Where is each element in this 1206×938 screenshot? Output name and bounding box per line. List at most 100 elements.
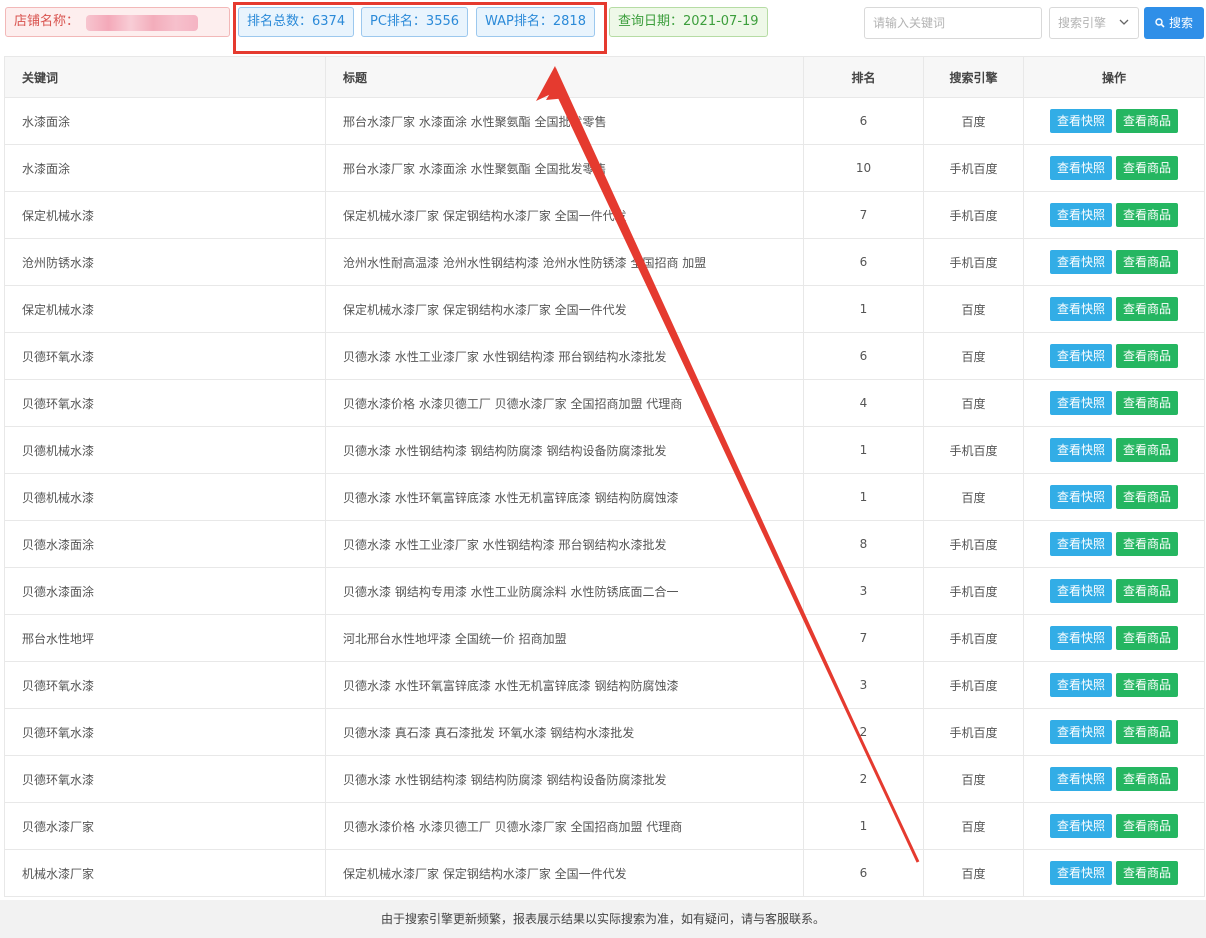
view-goods-button[interactable]: 查看商品 [1116,720,1179,744]
cell-actions: 查看快照 查看商品 [1023,802,1205,850]
view-goods-button[interactable]: 查看商品 [1116,626,1179,650]
view-snapshot-button[interactable]: 查看快照 [1049,109,1112,133]
cell-engine: 手机百度 [923,614,1024,662]
view-goods-button[interactable]: 查看商品 [1116,391,1179,415]
cell-rank: 2 [803,755,924,803]
pc-rank-tag: PC排名：3556 [361,7,469,37]
view-goods-button[interactable]: 查看商品 [1116,297,1179,321]
view-goods-button[interactable]: 查看商品 [1116,438,1179,462]
pc-rank-value: 3556 [425,14,460,29]
search-engine-select[interactable]: 搜索引擎 [1049,7,1139,39]
view-goods-button[interactable]: 查看商品 [1116,344,1179,368]
table-row: 贝德环氧水漆 贝德水漆 真石漆 真石漆批发 环氧水漆 钢结构水漆批发 2 手机百度 查看… [4,708,1205,756]
view-snapshot-button[interactable]: 查看快照 [1049,391,1112,415]
cell-rank: 6 [803,97,924,145]
cell-title: 贝德水漆 水性环氧富锌底漆 水性无机富锌底漆 钢结构防腐蚀漆 [325,473,804,521]
pc-rank-label: PC排名： [370,14,426,29]
view-snapshot-button[interactable]: 查看快照 [1049,485,1112,509]
view-snapshot-button[interactable]: 查看快照 [1049,297,1112,321]
cell-keyword: 水漆面涂 [4,97,326,145]
query-date-value: 2021-07-19 [683,14,759,29]
view-snapshot-button[interactable]: 查看快照 [1049,344,1112,368]
cell-keyword: 贝德环氧水漆 [4,708,326,756]
view-goods-button[interactable]: 查看商品 [1116,109,1179,133]
cell-title: 邢台水漆厂家 水漆面涂 水性聚氨酯 全国批发零售 [325,97,804,145]
column-header-keyword[interactable]: 关键词 [4,56,326,98]
cell-rank: 1 [803,285,924,333]
cell-engine: 百度 [923,849,1024,897]
view-goods-button[interactable]: 查看商品 [1116,203,1179,227]
cell-title: 贝德水漆 水性钢结构漆 钢结构防腐漆 钢结构设备防腐漆批发 [325,426,804,474]
view-goods-button[interactable]: 查看商品 [1116,485,1179,509]
cell-actions: 查看快照 查看商品 [1023,144,1205,192]
total-rank-tag: 排名总数：6374 [238,7,355,37]
store-name-tag: 店铺名称： [5,7,230,37]
column-header-title[interactable]: 标题 [325,56,804,98]
cell-engine: 手机百度 [923,708,1024,756]
cell-keyword: 贝德环氧水漆 [4,379,326,427]
cell-title: 保定机械水漆厂家 保定钢结构水漆厂家 全国一件代发 [325,191,804,239]
cell-engine: 百度 [923,97,1024,145]
view-goods-button[interactable]: 查看商品 [1116,814,1179,838]
cell-rank: 6 [803,238,924,286]
view-snapshot-button[interactable]: 查看快照 [1049,767,1112,791]
cell-rank: 3 [803,661,924,709]
cell-title: 贝德水漆 真石漆 真石漆批发 环氧水漆 钢结构水漆批发 [325,708,804,756]
cell-keyword: 贝德机械水漆 [4,426,326,474]
table-row: 贝德环氧水漆 贝德水漆 水性工业漆厂家 水性钢结构漆 邢台钢结构水漆批发 6 百度 查看… [4,332,1205,380]
view-snapshot-button[interactable]: 查看快照 [1049,673,1112,697]
cell-engine: 手机百度 [923,144,1024,192]
cell-engine: 百度 [923,379,1024,427]
footer-notice: 由于搜索引擎更新频繁，报表展示结果以实际搜索为准，如有疑问，请与客服联系。 [0,900,1206,938]
view-snapshot-button[interactable]: 查看快照 [1049,532,1112,556]
ranking-table: 关键词 标题 排名 搜索引擎 操作 水漆面涂 邢台水漆厂家 水漆面涂 水性聚氨酯 … [4,56,1205,897]
view-snapshot-button[interactable]: 查看快照 [1049,814,1112,838]
cell-keyword: 贝德水漆面涂 [4,520,326,568]
view-goods-button[interactable]: 查看商品 [1116,673,1179,697]
wap-rank-label: WAP排名： [485,14,553,29]
search-button-label: 搜索 [1168,16,1193,30]
view-snapshot-button[interactable]: 查看快照 [1049,438,1112,462]
view-snapshot-button[interactable]: 查看快照 [1049,861,1112,885]
cell-keyword: 贝德水漆厂家 [4,802,326,850]
cell-title: 贝德水漆 水性工业漆厂家 水性钢结构漆 邢台钢结构水漆批发 [325,332,804,380]
column-header-engine[interactable]: 搜索引擎 [923,56,1024,98]
view-goods-button[interactable]: 查看商品 [1116,861,1179,885]
column-header-rank[interactable]: 排名 [803,56,924,98]
view-goods-button[interactable]: 查看商品 [1116,250,1179,274]
table-row: 贝德环氧水漆 贝德水漆价格 水漆贝德工厂 贝德水漆厂家 全国招商加盟 代理商 4 百度… [4,379,1205,427]
cell-title: 保定机械水漆厂家 保定钢结构水漆厂家 全国一件代发 [325,285,804,333]
cell-rank: 6 [803,332,924,380]
search-button[interactable]: 搜索 [1144,7,1204,39]
view-snapshot-button[interactable]: 查看快照 [1049,156,1112,180]
view-goods-button[interactable]: 查看商品 [1116,579,1179,603]
view-snapshot-button[interactable]: 查看快照 [1049,626,1112,650]
search-engine-placeholder: 搜索引擎 [1058,16,1107,30]
cell-keyword: 贝德环氧水漆 [4,661,326,709]
view-goods-button[interactable]: 查看商品 [1116,767,1179,791]
cell-engine: 手机百度 [923,238,1024,286]
table-row: 贝德水漆面涂 贝德水漆 水性工业漆厂家 水性钢结构漆 邢台钢结构水漆批发 8 手机百度… [4,520,1205,568]
cell-title: 河北邢台水性地坪漆 全国统一价 招商加盟 [325,614,804,662]
cell-actions: 查看快照 查看商品 [1023,191,1205,239]
table-body: 水漆面涂 邢台水漆厂家 水漆面涂 水性聚氨酯 全国批发零售 6 百度 查看快照 查看商品水… [4,97,1205,897]
cell-keyword: 贝德环氧水漆 [4,332,326,380]
cell-actions: 查看快照 查看商品 [1023,285,1205,333]
view-goods-button[interactable]: 查看商品 [1116,156,1179,180]
cell-title: 邢台水漆厂家 水漆面涂 水性聚氨酯 全国批发零售 [325,144,804,192]
view-snapshot-button[interactable]: 查看快照 [1049,579,1112,603]
cell-engine: 百度 [923,285,1024,333]
cell-engine: 手机百度 [923,426,1024,474]
table-row: 邢台水性地坪 河北邢台水性地坪漆 全国统一价 招商加盟 7 手机百度 查看快照 查看商品 [4,614,1205,662]
cell-rank: 1 [803,426,924,474]
view-goods-button[interactable]: 查看商品 [1116,532,1179,556]
cell-keyword: 贝德机械水漆 [4,473,326,521]
view-snapshot-button[interactable]: 查看快照 [1049,203,1112,227]
cell-actions: 查看快照 查看商品 [1023,661,1205,709]
table-row: 保定机械水漆 保定机械水漆厂家 保定钢结构水漆厂家 全国一件代发 1 百度 查看快照 查看… [4,285,1205,333]
cell-rank: 4 [803,379,924,427]
keyword-search-input[interactable] [864,7,1042,39]
cell-keyword: 贝德水漆面涂 [4,567,326,615]
view-snapshot-button[interactable]: 查看快照 [1049,720,1112,744]
view-snapshot-button[interactable]: 查看快照 [1049,250,1112,274]
